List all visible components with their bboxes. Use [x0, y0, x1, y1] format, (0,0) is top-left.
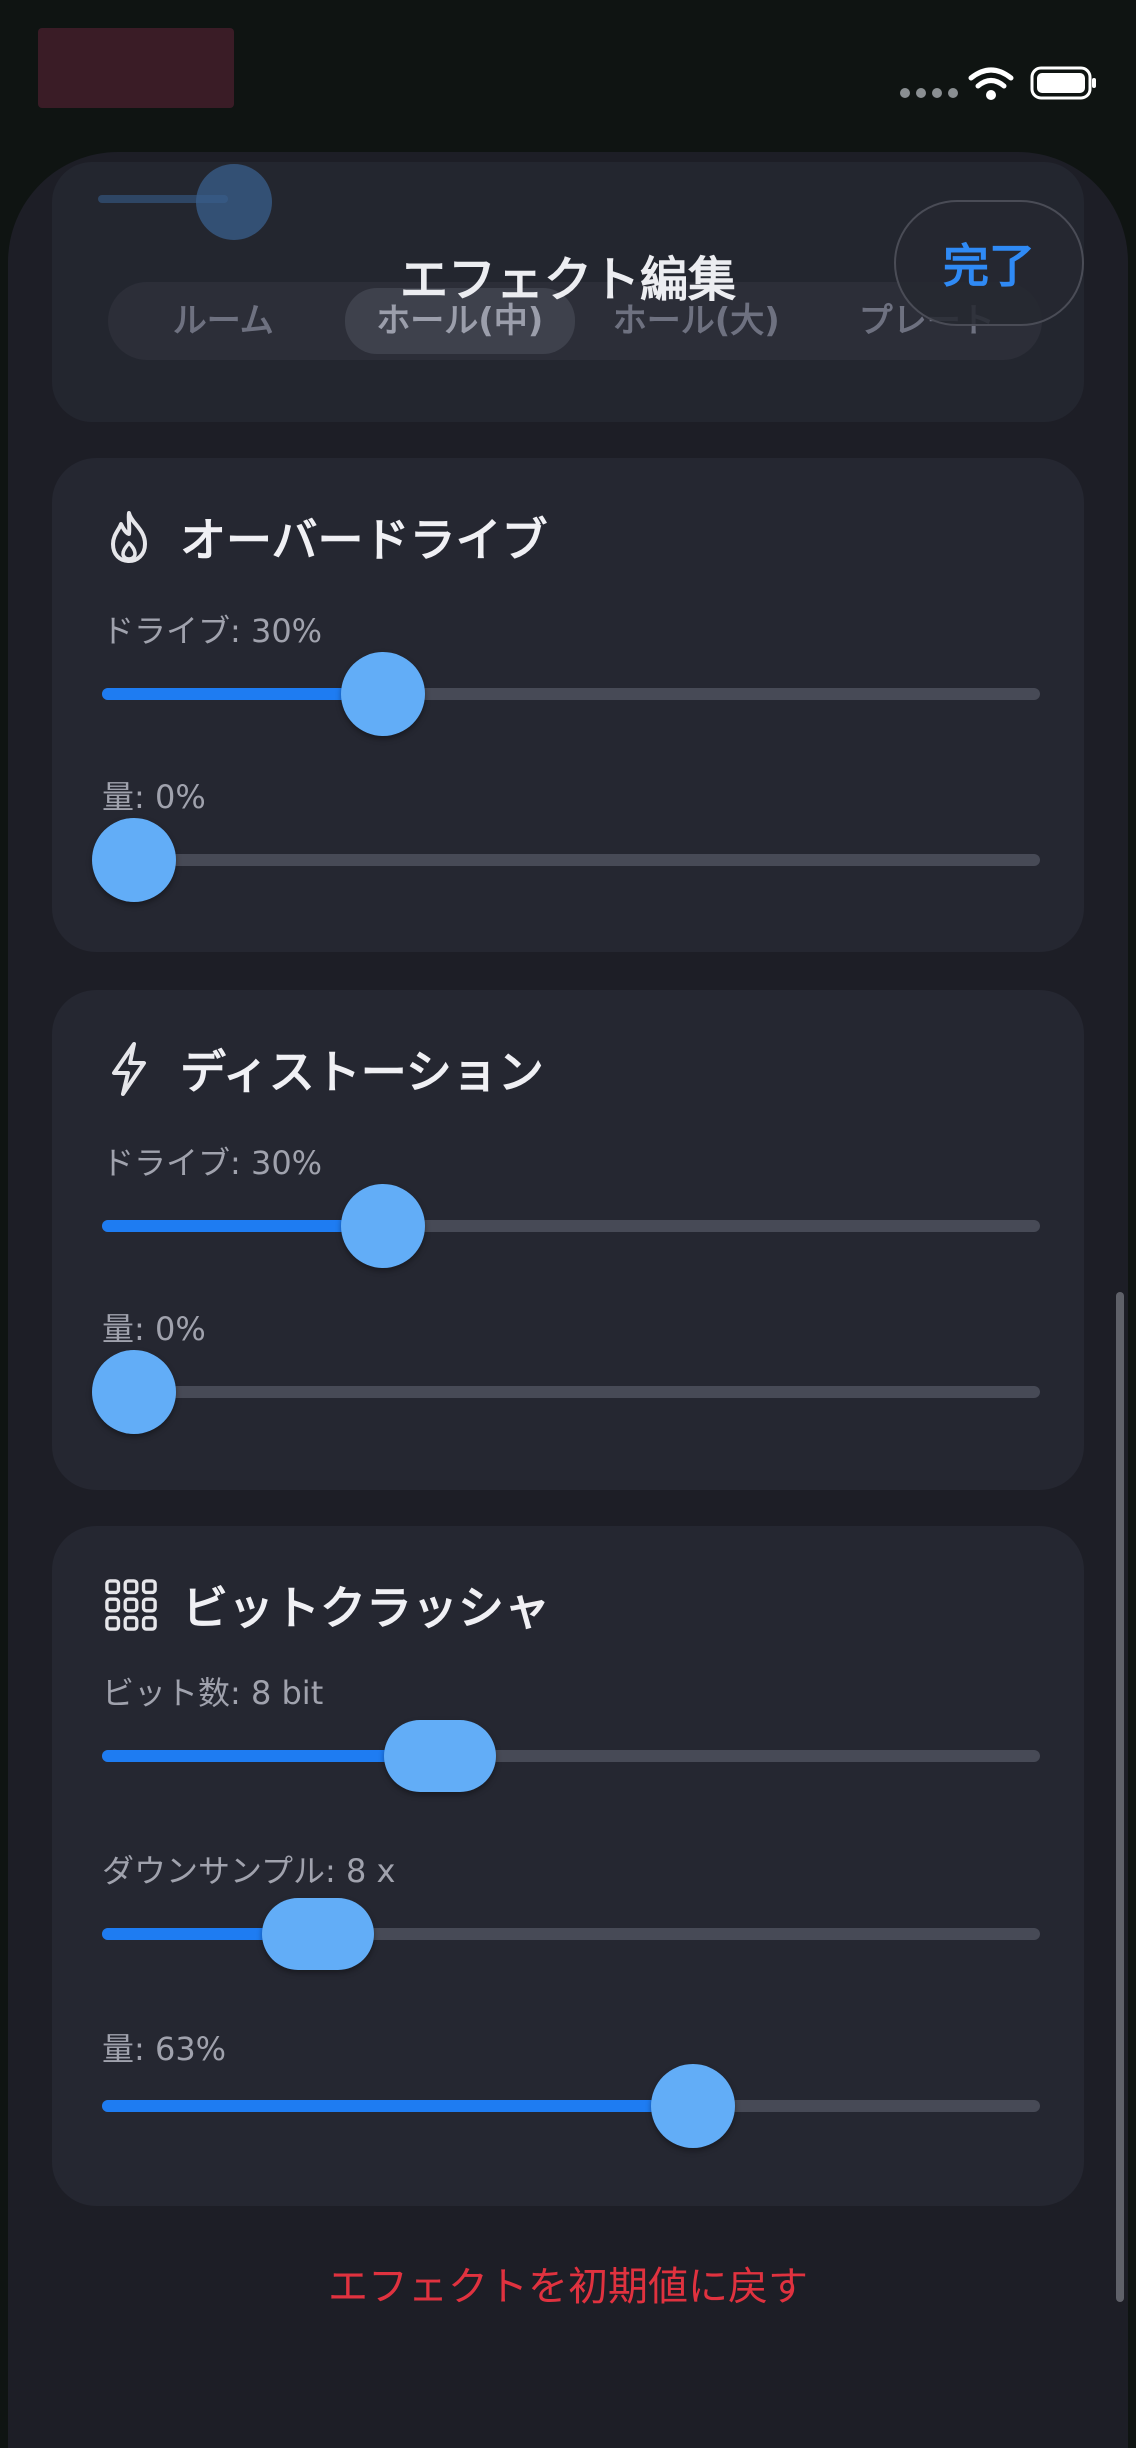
- distortion-drive-slider[interactable]: [102, 1184, 1040, 1268]
- overdrive-drive-slider[interactable]: [102, 652, 1040, 736]
- distortion-amount-slider[interactable]: [92, 1350, 1040, 1434]
- distortion-title: ディストーション: [180, 1045, 544, 1099]
- overdrive-amount-label: 量: 0%: [102, 778, 206, 816]
- reset-effects-button[interactable]: エフェクトを初期値に戻す: [8, 2254, 1128, 2312]
- bolt-icon: [102, 1042, 156, 1096]
- wifi-icon: [968, 67, 1014, 100]
- bitcrusher-bits-slider[interactable]: [102, 1720, 1040, 1792]
- slider-knob[interactable]: [341, 1184, 426, 1268]
- slider-knob[interactable]: [196, 164, 272, 240]
- bitcrusher-bits-label: ビット数: 8 bit: [102, 1674, 324, 1712]
- bitcrusher-card: ビットクラッシャ ビット数: 8 bit ダウンサンプル: 8 x 量: 63%: [52, 1526, 1084, 2206]
- done-button[interactable]: 完了: [894, 200, 1084, 326]
- distortion-drive-label: ドライブ: 30%: [102, 1144, 323, 1182]
- scrollbar[interactable]: [1116, 1292, 1124, 2302]
- cellular-signal-icon: [900, 88, 958, 98]
- slider-knob[interactable]: [261, 1898, 374, 1970]
- status-time-block: [38, 28, 234, 108]
- slider-knob[interactable]: [383, 1720, 496, 1792]
- overdrive-drive-label: ドライブ: 30%: [102, 612, 323, 650]
- distortion-card: ディストーション ドライブ: 30% 量: 0%: [52, 990, 1084, 1490]
- bitcrusher-downsample-label: ダウンサンプル: 8 x: [102, 1852, 396, 1890]
- slider-knob[interactable]: [341, 652, 426, 736]
- effect-edit-sheet: ルーム ホール(中) ホール(大) プレート エフェクト編集 完了 オーバードラ…: [8, 152, 1128, 2448]
- bitcrusher-downsample-slider[interactable]: [102, 1898, 1040, 1970]
- distortion-amount-label: 量: 0%: [102, 1310, 206, 1348]
- bitcrusher-amount-label: 量: 63%: [102, 2030, 227, 2068]
- grid-icon: [104, 1578, 158, 1632]
- status-bar: [0, 0, 1136, 140]
- slider-knob[interactable]: [650, 2064, 735, 2148]
- battery-icon: [1030, 66, 1096, 100]
- overdrive-title: オーバードライブ: [180, 513, 548, 567]
- bitcrusher-amount-slider[interactable]: [102, 2064, 1040, 2148]
- flame-icon: [102, 510, 156, 564]
- slider-knob[interactable]: [92, 1350, 176, 1434]
- bitcrusher-title: ビットクラッシャ: [182, 1581, 550, 1635]
- slider-knob[interactable]: [92, 818, 176, 902]
- overdrive-amount-slider[interactable]: [92, 818, 1040, 902]
- overdrive-card: オーバードライブ ドライブ: 30% 量: 0%: [52, 458, 1084, 952]
